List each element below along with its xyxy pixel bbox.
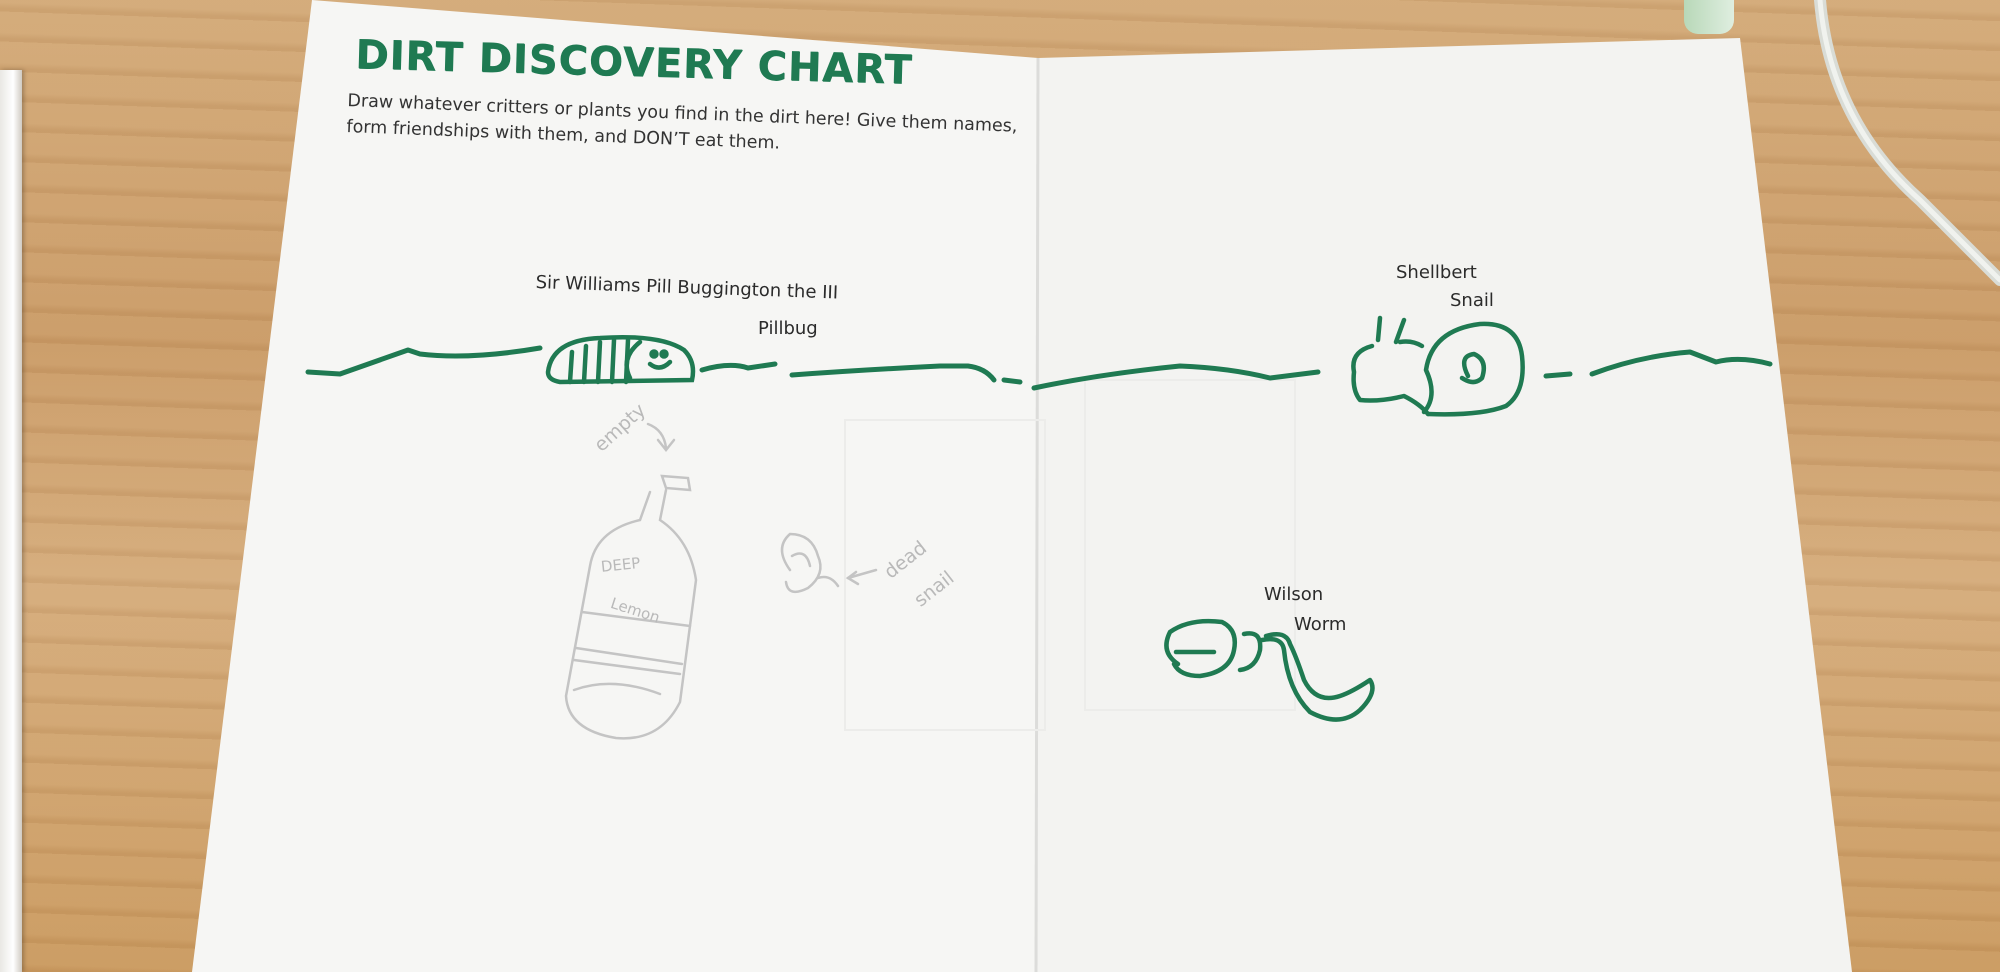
worm-name-label: Wilson <box>1264 584 1324 605</box>
worm-species-label: Worm <box>1294 614 1347 635</box>
snail-species-label: Snail <box>1450 290 1494 311</box>
snail-name-label: Shellbert <box>1396 262 1477 283</box>
pillbug-species-label: Pillbug <box>758 318 818 339</box>
